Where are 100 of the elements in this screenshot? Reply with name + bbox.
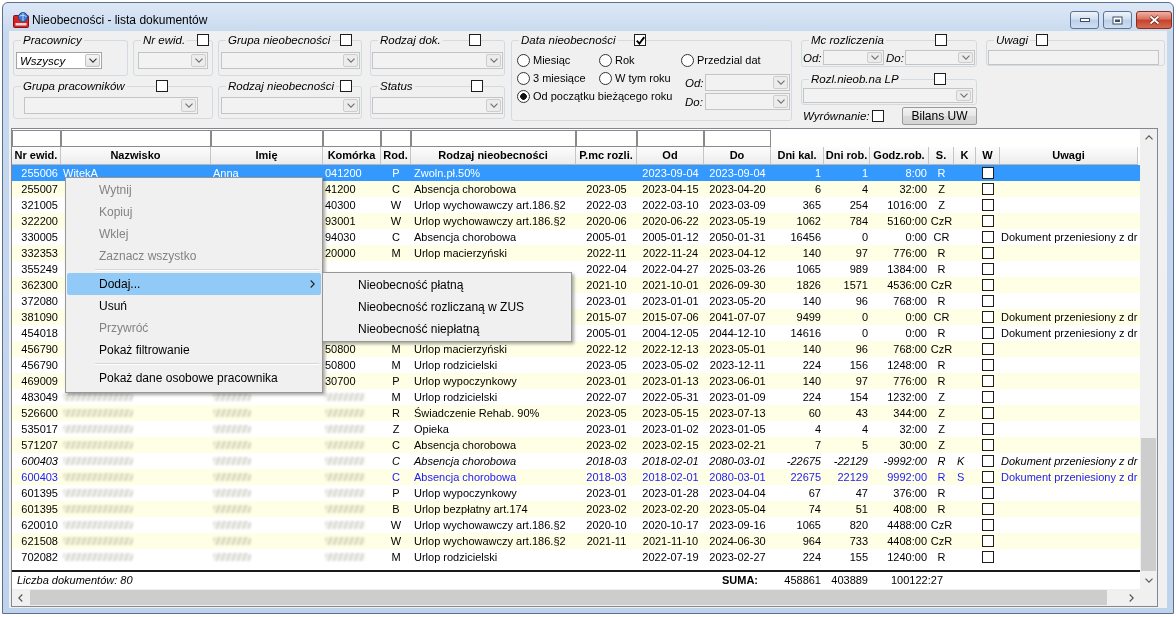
field-label: Od: (685, 76, 705, 89)
radio-label: 3 miesiące (533, 72, 586, 84)
column-filter-field[interactable] (704, 130, 771, 147)
column-header[interactable]: Rod. (381, 147, 411, 165)
checkbox[interactable] (471, 80, 483, 92)
radio-button[interactable] (517, 89, 530, 103)
column-filter-field[interactable] (411, 130, 576, 147)
column-header[interactable]: S. (929, 147, 954, 165)
column-filter-field[interactable] (637, 130, 704, 147)
menu-item[interactable]: Nieobecność rozliczaną w ZUS (324, 296, 570, 318)
table-cell-text: 600403 (20, 454, 59, 469)
vertical-scrollbar[interactable] (1140, 129, 1157, 589)
checkbox[interactable] (982, 311, 994, 323)
column-header[interactable]: Od (637, 147, 704, 165)
table-cell-text: Z (937, 182, 946, 197)
table-cell-text: 2022-03-10 (641, 198, 700, 213)
table-cell-text: R (936, 550, 947, 565)
checkbox[interactable] (982, 503, 994, 515)
column-header[interactable]: Rodzaj nieobecności (411, 147, 576, 165)
checkbox[interactable] (469, 34, 481, 46)
field-label: Do: (885, 51, 905, 64)
table-cell-text: Z (937, 438, 946, 453)
column-header[interactable]: Do (704, 147, 771, 165)
checkbox[interactable] (982, 263, 994, 275)
table-cell-text: 14616 (789, 326, 822, 341)
column-filter-field[interactable] (211, 130, 323, 147)
table-cell-text: 2023-01 (585, 374, 628, 389)
checkbox[interactable] (982, 391, 994, 403)
checkbox[interactable] (982, 439, 994, 451)
column-header[interactable]: Godz.rob. (870, 147, 929, 165)
checkbox[interactable] (982, 231, 994, 243)
column-header[interactable]: P.mc rozli. (576, 147, 637, 165)
checkbox[interactable] (982, 375, 994, 387)
checkbox[interactable] (982, 455, 994, 467)
checkbox[interactable] (1036, 34, 1048, 46)
column-header[interactable]: K (954, 147, 976, 165)
checkbox[interactable] (982, 551, 994, 563)
checkbox[interactable] (934, 73, 946, 85)
checkbox[interactable] (982, 199, 994, 211)
minimize-button[interactable] (1070, 11, 1099, 29)
checkbox[interactable] (982, 535, 994, 547)
checkbox[interactable] (340, 34, 352, 46)
checkbox[interactable] (156, 80, 168, 92)
column-header[interactable]: Nazwisko (61, 147, 211, 165)
column-header[interactable]: Komórka (323, 147, 381, 165)
table-cell-text: 50800 (324, 358, 357, 373)
checkbox[interactable] (982, 423, 994, 435)
checkbox[interactable] (982, 183, 994, 195)
column-filter-field[interactable] (323, 130, 381, 147)
checkbox[interactable] (982, 359, 994, 371)
checkbox[interactable] (935, 34, 947, 46)
checkbox[interactable] (982, 327, 994, 339)
checkbox[interactable] (982, 247, 994, 259)
checkbox[interactable] (340, 80, 352, 92)
column-header[interactable]: Dni rob. (824, 147, 870, 165)
checkbox[interactable] (982, 167, 994, 179)
checkbox[interactable] (982, 215, 994, 227)
close-button[interactable] (1136, 11, 1172, 29)
bilans-button[interactable]: Bilans UW (902, 106, 977, 125)
menu-item[interactable]: Pokaż dane osobowe pracownika (67, 367, 321, 389)
table-cell-text: 41200 (324, 182, 357, 197)
table-cell-text: 2023-02 (585, 438, 628, 453)
radio-button[interactable] (599, 53, 612, 67)
menu-item[interactable]: Usuń (67, 295, 321, 317)
horizontal-scrollbar[interactable] (12, 589, 1140, 606)
menu-item[interactable]: Nieobecność niepłatną (324, 318, 570, 340)
scrollbar-thumb[interactable] (30, 590, 1107, 605)
checkbox[interactable] (982, 471, 994, 483)
table-cell-text: -9992:00 (882, 454, 928, 469)
checkbox[interactable] (634, 34, 646, 46)
column-filter-field[interactable] (381, 130, 411, 147)
menu-item[interactable]: Pokaż filtrowanie (67, 339, 321, 361)
checkbox[interactable] (982, 279, 994, 291)
column-header[interactable]: Uwagi (1000, 147, 1138, 165)
radio-button[interactable] (681, 53, 694, 67)
column-header[interactable]: Dni kal. (771, 147, 824, 165)
radio-button[interactable] (517, 71, 530, 85)
table-cell-text: 2023-05 (585, 182, 628, 197)
column-filter-field[interactable] (61, 130, 211, 147)
checkbox[interactable] (982, 407, 994, 419)
checkbox[interactable] (872, 109, 884, 122)
column-header[interactable]: W (976, 147, 1000, 165)
column-header[interactable]: Imię (211, 147, 323, 165)
column-filter-field[interactable] (12, 130, 61, 147)
checkbox[interactable] (982, 519, 994, 531)
scrollbar-thumb[interactable] (1141, 438, 1156, 571)
checkbox[interactable] (982, 295, 994, 307)
table-cell-text: CR (932, 230, 951, 245)
radio-button[interactable] (599, 71, 612, 85)
checkbox[interactable] (982, 487, 994, 499)
column-header[interactable]: Nr ewid. (12, 147, 61, 165)
table-cell-text: 140 (801, 294, 822, 309)
menu-item[interactable]: Nieobecność płatną (324, 274, 570, 296)
column-filter-field[interactable] (576, 130, 637, 147)
dropdown[interactable]: Wszyscy (16, 52, 102, 69)
maximize-button[interactable] (1103, 11, 1132, 29)
menu-item[interactable]: Dodaj... (67, 273, 321, 295)
radio-button[interactable] (517, 53, 530, 67)
checkbox[interactable] (197, 34, 209, 46)
checkbox[interactable] (982, 343, 994, 355)
